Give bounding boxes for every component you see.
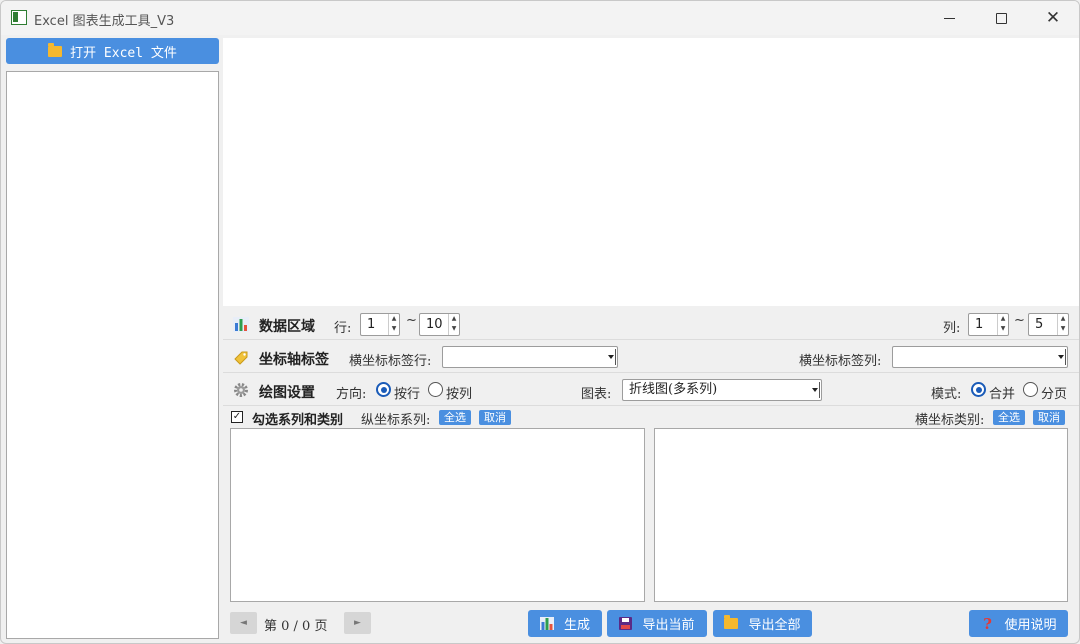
maximize-icon — [995, 12, 1007, 24]
dropdown-arrow-icon[interactable] — [1058, 355, 1064, 359]
col-end-value: 5 — [1035, 317, 1044, 332]
export-all-label: 导出全部 — [748, 618, 801, 633]
dropdown-arrow-icon[interactable] — [812, 388, 818, 392]
plot-settings-row: 绘图设置 方向: 按行 按列 图表: 折线图(多系列) 模式: 合并 分页 — [223, 374, 1079, 406]
tag-icon — [234, 351, 248, 365]
maximize-button[interactable] — [977, 1, 1025, 35]
folder-icon — [48, 42, 63, 57]
direction-by-col-label[interactable]: 按列 — [446, 383, 472, 402]
page-indicator: 第 0 / 0 页 — [264, 619, 328, 634]
row-end-value: 10 — [426, 317, 443, 332]
chart-type-label: 图表: — [581, 387, 612, 402]
help-label: 使用说明 — [1004, 618, 1057, 633]
x-label-col-combo[interactable] — [892, 346, 1068, 368]
spin-arrows-icon[interactable]: ▲ ▼ — [997, 314, 1008, 335]
col-start-value: 1 — [975, 317, 984, 332]
save-icon — [619, 617, 633, 630]
combo-divider — [1065, 349, 1066, 365]
app-window: Excel 图表生成工具_V3 ✕ 打开 Excel 文件 数据区域 行: 1 … — [0, 0, 1080, 644]
x-category-label: 横坐标类别: — [915, 413, 985, 428]
row-start-spinbox[interactable]: 1 ▲ ▼ — [360, 313, 400, 336]
minimize-icon — [943, 17, 955, 19]
x-category-list[interactable] — [654, 428, 1068, 602]
spin-arrows-icon[interactable]: ▲ ▼ — [1057, 314, 1068, 335]
series-select-title: 勾选系列和类别 — [252, 413, 344, 428]
row-end-spinbox[interactable]: 10 ▲ ▼ — [419, 313, 460, 336]
x-cancel-button[interactable]: 取消 — [1033, 410, 1065, 425]
settings-panel: 数据区域 行: 1 ▲▼ ~ 10 ▲▼ 列: 1 ▲▼ ~ 5 ▲▼ — [223, 308, 1079, 643]
direction-by-row-label[interactable]: 按行 — [394, 383, 420, 402]
x-select-all-button[interactable]: 全选 — [993, 410, 1025, 425]
combo-divider — [819, 382, 820, 398]
x-label-col-label: 横坐标标签列: — [799, 354, 882, 369]
direction-label: 方向: — [336, 387, 367, 402]
bar-chart-icon — [233, 317, 249, 332]
next-page-button[interactable]: ► — [344, 612, 371, 634]
y-series-list[interactable] — [230, 428, 645, 602]
col-end-spinbox[interactable]: 5 ▲ ▼ — [1028, 313, 1069, 336]
excel-app-icon — [11, 10, 27, 25]
col-start-spinbox[interactable]: 1 ▲ ▼ — [968, 313, 1009, 336]
y-cancel-button[interactable]: 取消 — [479, 410, 511, 425]
data-region-title: 数据区域 — [259, 319, 315, 335]
chart-type-combo[interactable]: 折线图(多系列) — [622, 379, 822, 401]
dropdown-arrow-icon[interactable] — [608, 355, 614, 359]
file-list[interactable] — [6, 71, 219, 639]
question-icon: ? — [983, 614, 992, 633]
mode-page-radio[interactable] — [1023, 382, 1038, 397]
x-label-row-label: 横坐标标签行: — [349, 354, 432, 369]
generate-label: 生成 — [563, 618, 590, 633]
generate-button[interactable]: 生成 — [528, 610, 602, 637]
prev-page-button[interactable]: ◄ — [230, 612, 257, 634]
close-button[interactable]: ✕ — [1029, 1, 1077, 35]
folder-icon — [724, 615, 739, 629]
export-current-button[interactable]: 导出当前 — [607, 610, 707, 637]
window-title: Excel 图表生成工具_V3 — [34, 14, 175, 29]
axis-labels-title: 坐标轴标签 — [259, 352, 329, 368]
combo-divider — [615, 349, 616, 365]
col-label: 列: — [943, 321, 961, 336]
x-label-row-combo[interactable] — [442, 346, 618, 368]
bar-chart-icon — [539, 617, 554, 630]
prev-arrow-icon: ◄ — [240, 618, 247, 628]
row-label: 行: — [334, 321, 352, 336]
axis-labels-row: 坐标轴标签 横坐标标签行: 横坐标标签列: — [223, 341, 1079, 373]
chart-preview-area — [223, 38, 1079, 306]
title-bar: Excel 图表生成工具_V3 ✕ — [1, 1, 1079, 35]
close-icon: ✕ — [1045, 8, 1061, 28]
y-series-label: 纵坐标系列: — [361, 413, 431, 428]
next-arrow-icon: ► — [354, 618, 361, 628]
mode-merge-radio[interactable] — [971, 382, 986, 397]
range-tilde: ~ — [1014, 313, 1025, 328]
plot-settings-title: 绘图设置 — [259, 385, 315, 401]
checkbox-icon: ✓ — [231, 411, 243, 423]
open-excel-label: 打开 Excel 文件 — [70, 45, 177, 61]
direction-by-col-radio[interactable] — [428, 382, 443, 397]
help-button[interactable]: ? 使用说明 — [969, 610, 1068, 637]
mode-label: 模式: — [931, 387, 962, 402]
minimize-button[interactable] — [925, 1, 973, 35]
gear-icon — [234, 383, 248, 397]
y-select-all-button[interactable]: 全选 — [439, 410, 471, 425]
open-excel-button[interactable]: 打开 Excel 文件 — [6, 38, 219, 64]
data-region-row: 数据区域 行: 1 ▲ ▼ ~ 10 ▲ ▼ 列: 1 ▲ ▼ ~ 5 ▲ ▼ — [223, 308, 1079, 340]
mode-merge-label[interactable]: 合并 — [989, 383, 1015, 402]
direction-by-row-radio[interactable] — [376, 382, 391, 397]
row-start-value: 1 — [367, 317, 376, 332]
spin-arrows-icon[interactable]: ▲ ▼ — [448, 314, 459, 335]
spin-arrows-icon[interactable]: ▲ ▼ — [388, 314, 399, 335]
export-all-button[interactable]: 导出全部 — [713, 610, 812, 637]
export-current-label: 导出当前 — [642, 618, 695, 633]
range-tilde: ~ — [406, 313, 417, 328]
chart-type-value: 折线图(多系列) — [629, 382, 718, 397]
mode-page-label[interactable]: 分页 — [1041, 383, 1067, 402]
